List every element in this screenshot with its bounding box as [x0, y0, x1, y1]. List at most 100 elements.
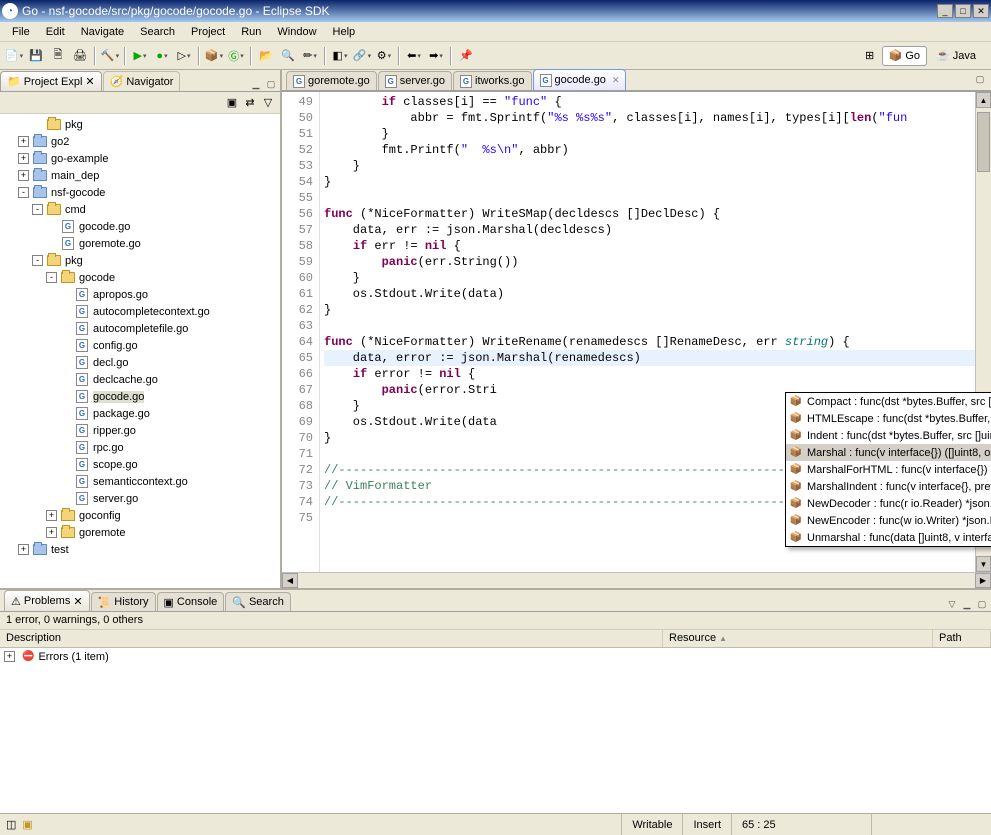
autocomplete-item[interactable]: 📦NewDecoder : func(r io.Reader) *json.De… [786, 495, 991, 512]
problems-list[interactable]: + ⛔ Errors (1 item) [0, 648, 991, 813]
autocomplete-item[interactable]: 📦MarshalForHTML : func(v interface{}) ([… [786, 461, 991, 478]
tree-node[interactable]: -gocode [0, 269, 280, 286]
close-icon[interactable]: ✕ [612, 75, 620, 86]
tree-node[interactable]: Gscope.go [0, 456, 280, 473]
tree-node[interactable]: Gdecl.go [0, 354, 280, 371]
tree-node[interactable]: Ggoremote.go [0, 235, 280, 252]
run-last-button[interactable]: ▷▾ [174, 46, 194, 66]
editor-tab[interactable]: Gitworks.go [453, 71, 532, 90]
autocomplete-item[interactable]: 📦HTMLEscape : func(dst *bytes.Buffer, sr… [786, 410, 991, 427]
open-type-button[interactable]: 📂 [256, 46, 276, 66]
scroll-left-arrow[interactable]: ◀ [282, 573, 298, 588]
tree-node[interactable]: pkg [0, 116, 280, 133]
tab-project-explorer[interactable]: 📁 Project Expl ✕ [0, 71, 102, 91]
build-button[interactable]: 🔨▾ [100, 46, 120, 66]
tree-node[interactable]: Gautocompletecontext.go [0, 303, 280, 320]
forward-button[interactable]: ➡▾ [426, 46, 446, 66]
scroll-down-arrow[interactable]: ▼ [976, 556, 991, 572]
column-resource[interactable]: Resource ▲ [663, 630, 933, 647]
tree-node[interactable]: Ggocode.go [0, 218, 280, 235]
tree-toggle[interactable]: - [32, 204, 43, 215]
column-path[interactable]: Path [933, 630, 991, 647]
tree-node[interactable]: -nsf-gocode [0, 184, 280, 201]
new-button[interactable]: 📄▾ [4, 46, 24, 66]
perspective-go[interactable]: 📦 Go [882, 46, 927, 66]
autocomplete-item[interactable]: 📦Marshal : func(v interface{}) ([]uint8,… [786, 444, 991, 461]
scroll-thumb[interactable] [977, 112, 990, 172]
annotation-button[interactable]: ✏▾ [300, 46, 320, 66]
tree-node[interactable]: Ggocode.go [0, 388, 280, 405]
tree-node[interactable]: +goremote [0, 524, 280, 541]
perspective-java[interactable]: ☕ Java [929, 46, 983, 66]
tree-node[interactable]: +test [0, 541, 280, 558]
menu-project[interactable]: Project [183, 24, 233, 40]
tree-node[interactable]: Gsemanticcontext.go [0, 473, 280, 490]
minimize-view-button[interactable]: ▁ [249, 77, 263, 91]
tree-node[interactable]: +go2 [0, 133, 280, 150]
tree-toggle[interactable]: + [46, 527, 57, 538]
editor-tab[interactable]: Ggocode.go✕ [533, 69, 627, 90]
save-button[interactable]: 💾 [26, 46, 46, 66]
tree-toggle[interactable]: + [18, 153, 29, 164]
tree-node[interactable]: +goconfig [0, 507, 280, 524]
tree-node[interactable]: Gdeclcache.go [0, 371, 280, 388]
editor-tab[interactable]: Gserver.go [378, 71, 452, 90]
view-menu-button[interactable]: ▽ [260, 95, 276, 111]
tree-node[interactable]: +go-example [0, 150, 280, 167]
tree-toggle[interactable]: + [18, 544, 29, 555]
maximize-view-button[interactable]: ▢ [975, 597, 989, 611]
tree-node[interactable]: Gpackage.go [0, 405, 280, 422]
bottom-tab-console[interactable]: ▣Console [157, 592, 225, 611]
back-button[interactable]: ⬅▾ [404, 46, 424, 66]
bottom-tab-history[interactable]: 📜History [91, 592, 156, 611]
bottom-tab-problems[interactable]: ⚠Problems ✕ [4, 590, 90, 611]
collapse-all-button[interactable]: ▣ [224, 95, 240, 111]
tree-toggle[interactable]: + [46, 510, 57, 521]
autocomplete-item[interactable]: 📦MarshalIndent : func(v interface{}, pre… [786, 478, 991, 495]
tree-node[interactable]: Gautocompletefile.go [0, 320, 280, 337]
tree-toggle[interactable]: - [32, 255, 43, 266]
new-type-button[interactable]: Ⓖ▾ [226, 46, 246, 66]
tree-node[interactable]: +main_dep [0, 167, 280, 184]
tree-toggle[interactable]: + [18, 136, 29, 147]
tree-node[interactable]: Grpc.go [0, 439, 280, 456]
tree-node[interactable]: Gapropos.go [0, 286, 280, 303]
tree-toggle[interactable]: + [18, 170, 29, 181]
problems-row[interactable]: + ⛔ Errors (1 item) [0, 648, 991, 665]
column-description[interactable]: Description [0, 630, 663, 647]
bottom-tab-search[interactable]: 🔍Search [225, 592, 291, 611]
tree-node[interactable]: Gconfig.go [0, 337, 280, 354]
toggle-button[interactable]: ◧▾ [330, 46, 350, 66]
maximize-view-button[interactable]: ▢ [264, 77, 278, 91]
filter-button[interactable]: 🔗▾ [352, 46, 372, 66]
project-tree[interactable]: pkg+go2+go-example+main_dep-nsf-gocode-c… [0, 114, 280, 588]
close-icon[interactable]: ✕ [85, 75, 94, 88]
tree-node[interactable]: -cmd [0, 201, 280, 218]
search-button[interactable]: 🔍 [278, 46, 298, 66]
pin-button[interactable]: 📌 [456, 46, 476, 66]
link-editor-button[interactable]: ⇄ [242, 95, 258, 111]
save-all-button[interactable]: 🗎 [48, 46, 68, 66]
expand-toggle[interactable]: + [4, 651, 15, 662]
tab-navigator[interactable]: 🧭 Navigator [103, 71, 181, 91]
open-perspective-button[interactable]: ⊞ [860, 46, 880, 66]
tree-node[interactable]: Gserver.go [0, 490, 280, 507]
run-button[interactable]: ●▾ [152, 46, 172, 66]
debug-button[interactable]: ▶▾ [130, 46, 150, 66]
close-icon[interactable]: ✕ [73, 595, 82, 608]
minimize-view-button[interactable]: ▁ [960, 597, 974, 611]
minimize-button[interactable]: _ [937, 4, 953, 18]
menu-file[interactable]: File [4, 24, 38, 40]
print-button[interactable]: 🖨 [70, 46, 90, 66]
autocomplete-item[interactable]: 📦NewEncoder : func(w io.Writer) *json.En… [786, 512, 991, 529]
editor-horizontal-scrollbar[interactable]: ◀ ▶ [282, 572, 991, 588]
tree-toggle[interactable]: - [46, 272, 57, 283]
autocomplete-popup[interactable]: 📦Compact : func(dst *bytes.Buffer, src [… [785, 392, 991, 547]
menu-search[interactable]: Search [132, 24, 183, 40]
autocomplete-item[interactable]: 📦Compact : func(dst *bytes.Buffer, src [… [786, 393, 991, 410]
tree-node[interactable]: -pkg [0, 252, 280, 269]
view-menu-button[interactable]: ▽ [945, 597, 959, 611]
menu-edit[interactable]: Edit [38, 24, 73, 40]
tree-toggle[interactable]: - [18, 187, 29, 198]
menu-navigate[interactable]: Navigate [73, 24, 132, 40]
